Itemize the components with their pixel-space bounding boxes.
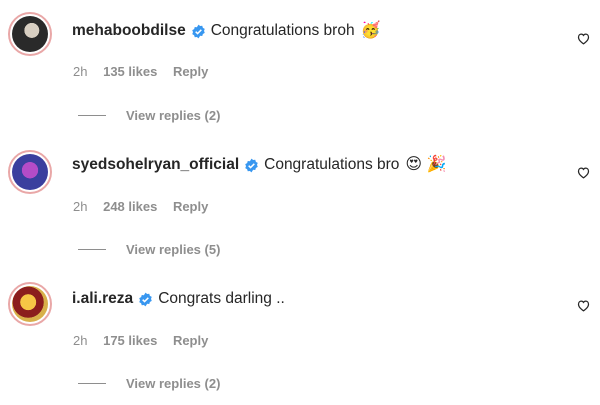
- divider-line: [78, 249, 106, 250]
- comment-username[interactable]: i.ali.reza: [72, 290, 133, 308]
- reply-button[interactable]: Reply: [173, 64, 208, 79]
- comment-emoji: 😍 🎉: [405, 156, 447, 173]
- comment-meta: 2h 248 likes Reply: [73, 199, 220, 214]
- comment-time: 2h: [73, 199, 88, 214]
- comments-panel: mehaboobdilse Congratulations broh 🥳 2h …: [0, 0, 600, 405]
- view-replies-label: View replies (2): [126, 376, 221, 391]
- heart-icon[interactable]: [576, 165, 591, 180]
- avatar[interactable]: [8, 282, 52, 326]
- comment-text: Congratulations broh: [210, 22, 355, 39]
- comment-text: Congratulations bro: [264, 156, 400, 173]
- verified-badge-icon: [245, 158, 258, 172]
- verified-badge-icon: [139, 292, 152, 306]
- comment-meta: 2h 135 likes Reply: [73, 64, 220, 79]
- divider-line: [78, 383, 106, 384]
- likes-count[interactable]: 135 likes: [103, 64, 157, 79]
- comment-text: Congrats darling ..: [158, 290, 285, 307]
- verified-badge-icon: [191, 24, 205, 38]
- view-replies-label: View replies (5): [126, 242, 221, 257]
- reply-button[interactable]: Reply: [173, 199, 208, 214]
- comment-username[interactable]: syedsohelryan_official: [72, 156, 239, 174]
- avatar[interactable]: [8, 12, 52, 56]
- heart-icon[interactable]: [576, 31, 591, 46]
- comment-time: 2h: [73, 333, 88, 348]
- likes-count[interactable]: 175 likes: [103, 333, 157, 348]
- heart-icon[interactable]: [576, 298, 591, 313]
- divider-line: [78, 115, 106, 116]
- comment-username[interactable]: mehaboobdilse: [72, 22, 186, 40]
- view-replies-button[interactable]: View replies (5): [78, 242, 220, 257]
- comment-meta: 2h 175 likes Reply: [73, 333, 220, 348]
- comment-emoji: 🥳: [360, 22, 381, 39]
- comment-time: 2h: [73, 64, 88, 79]
- reply-button[interactable]: Reply: [173, 333, 208, 348]
- likes-count[interactable]: 248 likes: [103, 199, 157, 214]
- view-replies-label: View replies (2): [126, 108, 221, 123]
- avatar[interactable]: [8, 150, 52, 194]
- view-replies-button[interactable]: View replies (2): [78, 108, 220, 123]
- view-replies-button[interactable]: View replies (2): [78, 376, 220, 391]
